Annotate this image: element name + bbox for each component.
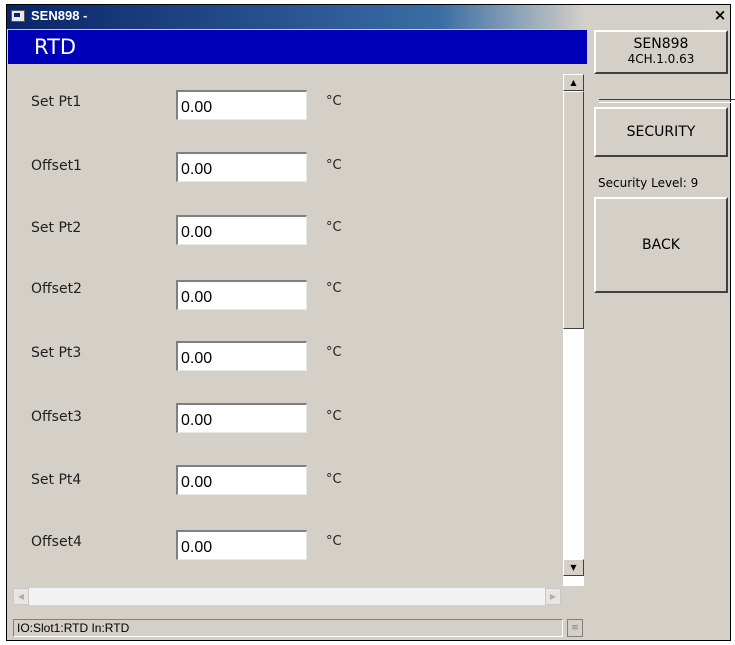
row-unit: °C [326, 158, 342, 173]
panel-header: RTD [8, 30, 587, 64]
panel-title: RTD [34, 35, 77, 59]
setpoint-2-input[interactable]: 0.00 [176, 215, 307, 245]
row-unit: °C [326, 534, 342, 549]
offset-4-input[interactable]: 0.00 [176, 530, 307, 560]
setpoint-4-input[interactable]: 0.00 [176, 465, 307, 495]
app-window: SEN898 - × RTD Set Pt1 0.00 °C Offset1 0… [6, 4, 735, 641]
row-unit: °C [326, 94, 342, 109]
status-text: IO:Slot1:RTD In:RTD [17, 621, 130, 635]
row-unit: °C [326, 472, 342, 487]
row-unit: °C [326, 345, 342, 360]
row-label: Set Pt2 [31, 220, 82, 236]
settings-form: Set Pt1 0.00 °C Offset1 0.00 °C Set Pt2 … [8, 64, 559, 584]
horizontal-scrollbar[interactable]: ◀ ▶ [13, 588, 561, 605]
title-bar[interactable]: SEN898 - × [7, 5, 730, 29]
scroll-left-icon[interactable]: ◀ [13, 588, 29, 605]
vertical-scrollbar[interactable]: ▲ ▼ [563, 74, 584, 586]
security-button[interactable]: SECURITY [594, 107, 728, 157]
row-label: Set Pt1 [31, 94, 82, 110]
row-unit: °C [326, 281, 342, 296]
back-button[interactable]: BACK [594, 197, 728, 293]
vertical-scroll-thumb[interactable] [563, 91, 584, 329]
device-version: 4CH.1.0.63 [627, 52, 695, 66]
window-title: SEN898 - [31, 8, 88, 23]
side-divider [599, 99, 735, 103]
setpoint-3-input[interactable]: 0.00 [176, 341, 307, 371]
row-label: Offset2 [31, 281, 82, 297]
device-name: SEN898 [633, 36, 689, 52]
scroll-up-icon[interactable]: ▲ [563, 74, 584, 91]
offset-1-input[interactable]: 0.00 [176, 152, 307, 182]
status-spin-icon[interactable]: ≡ [567, 619, 583, 637]
app-icon [11, 10, 25, 22]
offset-3-input[interactable]: 0.00 [176, 403, 307, 433]
setpoint-1-input[interactable]: 0.00 [176, 90, 307, 120]
close-icon[interactable]: × [712, 6, 728, 24]
offset-2-input[interactable]: 0.00 [176, 280, 307, 310]
scroll-down-icon[interactable]: ▼ [563, 559, 584, 576]
row-label: Offset4 [31, 534, 82, 550]
row-label: Offset3 [31, 409, 82, 425]
security-level-label: Security Level: 9 [598, 176, 699, 190]
device-info-button[interactable]: SEN898 4CH.1.0.63 [594, 30, 728, 74]
row-label: Offset1 [31, 158, 82, 174]
row-label: Set Pt4 [31, 472, 82, 488]
row-label: Set Pt3 [31, 345, 82, 361]
scroll-right-icon[interactable]: ▶ [545, 588, 561, 605]
status-bar: IO:Slot1:RTD In:RTD [13, 619, 563, 637]
row-unit: °C [326, 220, 342, 235]
row-unit: °C [326, 409, 342, 424]
